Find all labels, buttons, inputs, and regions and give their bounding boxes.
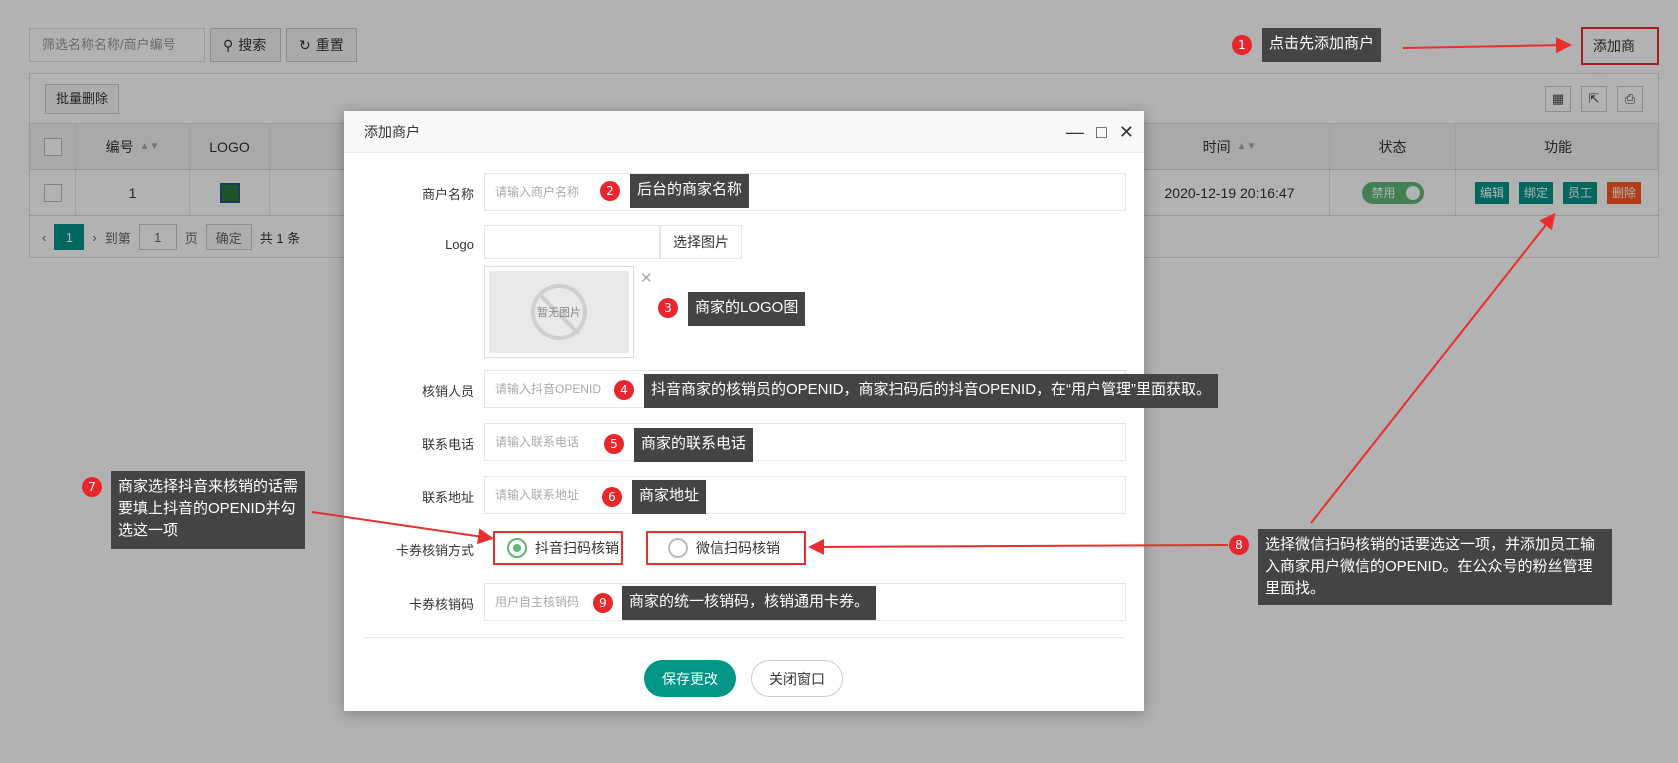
maximize-icon[interactable]: □	[1096, 111, 1107, 153]
merchant-name-input[interactable]: 请输入商户名称	[484, 173, 1126, 211]
annotation-badge: 5	[604, 434, 624, 454]
modal-title: 添加商户	[364, 124, 420, 140]
code-label: 卡券核销码	[408, 597, 474, 612]
choose-image-button[interactable]: 选择图片	[660, 225, 742, 259]
close-window-button[interactable]: 关闭窗口	[751, 660, 843, 697]
no-image-icon: 暂无图片	[531, 284, 587, 340]
modal-header: 添加商户 — □ ✕	[344, 111, 1144, 153]
radio-checked-icon[interactable]	[507, 538, 527, 558]
annotation-tip: 商家地址	[632, 480, 707, 514]
wechat-option-label: 微信扫码核销	[696, 540, 780, 556]
phone-input[interactable]: 请输入联系电话	[484, 423, 1126, 461]
no-image-text: 暂无图片	[537, 307, 581, 319]
close-icon[interactable]: ✕	[1119, 111, 1134, 153]
address-input[interactable]: 请输入联系地址	[484, 476, 1126, 514]
window-controls: — □ ✕	[1066, 111, 1134, 153]
annotation-tip: 点击先添加商户	[1262, 28, 1382, 62]
annotation-badge: 1	[1232, 35, 1252, 55]
logo-path-input[interactable]	[484, 225, 660, 259]
phone-label: 联系电话	[421, 437, 474, 452]
annotation-badge: 9	[593, 593, 613, 613]
annotation-tip: 后台的商家名称	[630, 174, 750, 208]
logo-preview: 暂无图片	[484, 266, 634, 358]
annotation-badge: 2	[600, 181, 620, 201]
remove-image-icon[interactable]: ✕	[640, 269, 653, 287]
name-label: 商户名称	[421, 187, 474, 202]
annotation-badge: 3	[658, 298, 678, 318]
douyin-option-label: 抖音扫码核销	[535, 540, 619, 556]
annotation-badge: 8	[1229, 535, 1249, 555]
annotation-tip: 商家的统一核销码，核销通用卡券。	[622, 586, 877, 620]
logo-label: Logo	[445, 237, 474, 252]
annotation-tip: 选择微信扫码核销的话要选这一项，并添加员工输入商家用户微信的OPENID。在公众…	[1258, 529, 1612, 605]
wechat-scan-option[interactable]: 微信扫码核销	[646, 531, 806, 565]
method-label: 卡券核销方式	[395, 543, 474, 558]
address-label: 联系地址	[421, 490, 474, 505]
annotation-tip: 抖音商家的核销员的OPENID，商家扫码后的抖音OPENID，在“用户管理”里面…	[644, 374, 1219, 408]
annotation-badge: 4	[614, 380, 634, 400]
annotation-tip: 商家的LOGO图	[688, 292, 806, 326]
annotation-badge: 6	[602, 487, 622, 507]
footer-divider	[364, 637, 1124, 638]
annotation-tip: 商家的联系电话	[634, 428, 754, 462]
douyin-scan-option[interactable]: 抖音扫码核销	[493, 531, 623, 565]
save-button[interactable]: 保存更改	[644, 660, 736, 697]
annotation-tip: 商家选择抖音来核销的话需要填上抖音的OPENID并勾选这一项	[111, 471, 305, 549]
minimize-icon[interactable]: —	[1066, 111, 1084, 153]
annotation-badge: 7	[82, 477, 102, 497]
logo-placeholder: 暂无图片	[489, 271, 629, 353]
verifier-label: 核销人员	[421, 384, 474, 399]
radio-unchecked-icon[interactable]	[668, 538, 688, 558]
